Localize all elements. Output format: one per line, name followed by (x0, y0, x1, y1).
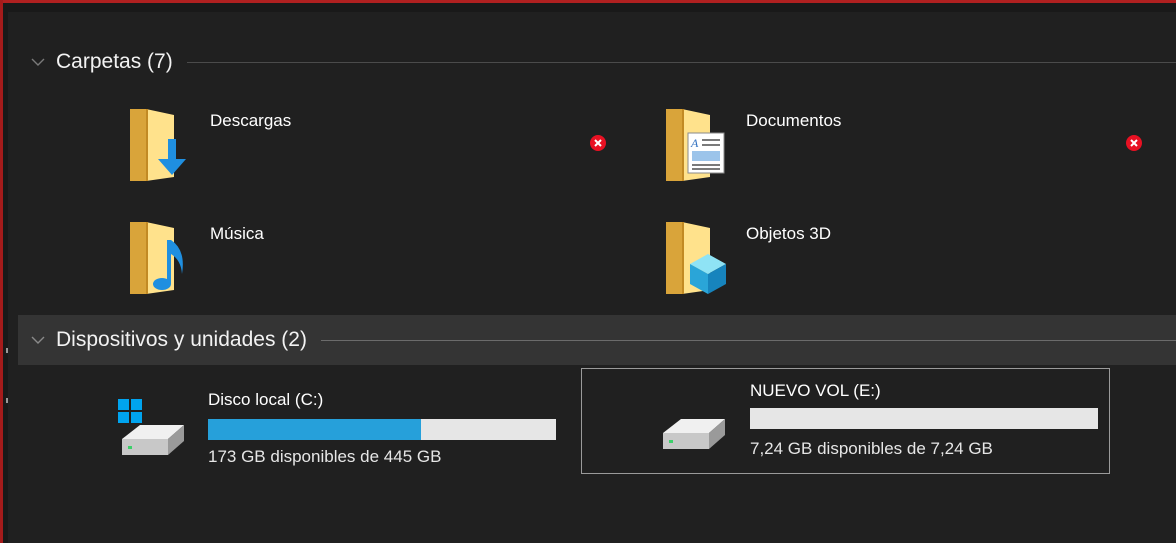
hard-drive-icon (663, 419, 725, 449)
documents-folder-icon: A (666, 109, 725, 181)
drive-capacity: 173 GB disponibles de 445 GB (208, 447, 442, 466)
folder-objetos-3d[interactable]: Objetos 3D (660, 216, 1080, 300)
chevron-down-icon (31, 336, 45, 344)
folder-documentos[interactable]: A Documentos (660, 103, 1080, 187)
window-frame-top (0, 0, 1176, 3)
group-header-folders[interactable]: Carpetas (7) (18, 37, 1176, 87)
folder-label: Descargas (210, 111, 292, 130)
drive-e[interactable]: NUEVO VOL (E:) 7,24 GB disponibles de 7,… (581, 368, 1110, 474)
drive-label: NUEVO VOL (E:) (750, 381, 881, 400)
objects-3d-folder-icon (666, 222, 726, 294)
group-divider (320, 339, 1176, 341)
group-header-devices[interactable]: Dispositivos y unidades (2) (18, 315, 1176, 365)
folder-label: Objetos 3D (746, 224, 832, 243)
drive-label: Disco local (C:) (208, 390, 324, 409)
window-frame-left (0, 0, 3, 543)
error-badge-icon (590, 135, 606, 151)
folder-descargas[interactable]: Descargas (124, 103, 544, 187)
drive-usage-bar (208, 419, 556, 440)
windows-drive-icon (118, 399, 184, 455)
drive-capacity: 7,24 GB disponibles de 7,24 GB (750, 439, 993, 458)
drive-c[interactable]: Disco local (C:) 173 GB disponibles de 4… (114, 369, 568, 471)
downloads-folder-icon (130, 109, 186, 181)
svg-text:A: A (690, 136, 699, 150)
drive-usage-fill (208, 419, 421, 440)
error-badge-icon (1126, 135, 1142, 151)
chevron-down-icon (31, 58, 45, 66)
folder-label: Documentos (746, 111, 842, 130)
group-title-folders: Carpetas (7) (56, 50, 173, 73)
group-title-devices: Dispositivos y unidades (2) (56, 328, 307, 351)
content-pane: Carpetas (7) Descargas A Documentos Músi… (8, 12, 1176, 543)
music-folder-icon (130, 222, 183, 294)
group-divider (186, 61, 1176, 63)
folder-musica[interactable]: Música (124, 216, 544, 300)
folder-label: Música (210, 224, 264, 243)
drive-usage-bar (750, 408, 1098, 429)
